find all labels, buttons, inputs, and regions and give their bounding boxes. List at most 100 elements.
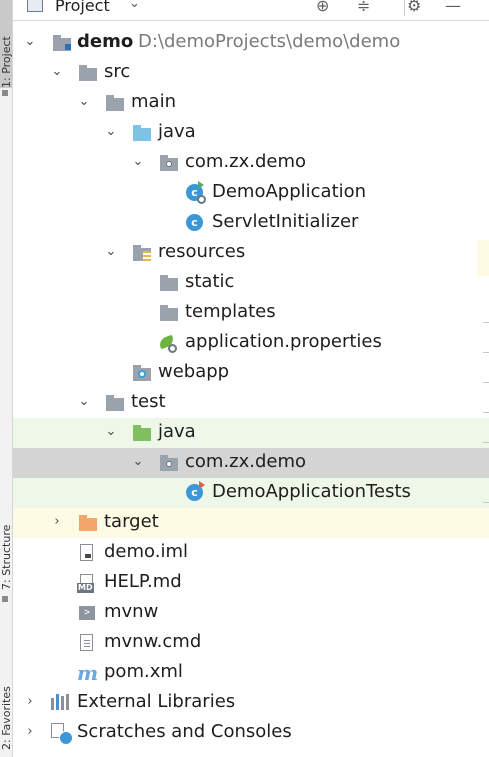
node-label: test [131, 391, 166, 412]
root-module-path: D:\demoProjects\demo\demo [138, 31, 401, 52]
tree-node-templates[interactable]: templates [13, 298, 489, 328]
class-icon: c [186, 214, 203, 231]
expand-arrow-icon[interactable]: ⌄ [104, 244, 118, 260]
collapsed-arrow-icon[interactable]: › [23, 724, 37, 740]
node-label: ServletInitializer [212, 211, 359, 232]
view-dropdown-icon[interactable]: ⌄ [129, 0, 140, 11]
tree-node-pom-xml[interactable]: m pom.xml [13, 658, 489, 688]
node-label: resources [158, 241, 246, 262]
node-label: application.properties [185, 331, 382, 352]
expand-arrow-icon[interactable]: ⌄ [104, 124, 118, 140]
expand-arrow-icon[interactable]: ⌄ [23, 34, 37, 50]
tree-node-test-java[interactable]: ⌄ java [13, 418, 489, 448]
favorites-tool-button[interactable]: 2: Favorites [0, 640, 12, 750]
expand-arrow-icon[interactable]: ⌄ [131, 154, 145, 170]
tree-node-target[interactable]: › target [13, 508, 489, 538]
expand-arrow-icon[interactable]: ⌄ [77, 394, 91, 410]
gutter-mark [483, 442, 489, 443]
node-label: DemoApplicationTests [212, 481, 411, 502]
module-file-icon [80, 544, 93, 561]
tool-window-strip: 1: Project 7: Structure 2: Favorites [0, 0, 13, 757]
run-badge-icon [198, 181, 204, 189]
folder-icon [79, 65, 97, 81]
tree-node-src[interactable]: ⌄ src [13, 58, 489, 88]
node-label: src [104, 61, 131, 82]
package-icon [160, 155, 178, 171]
excluded-folder-icon [79, 515, 97, 531]
node-label: target [104, 511, 159, 532]
collapsed-arrow-icon[interactable]: › [50, 514, 64, 530]
project-tool-button[interactable]: 1: Project [0, 0, 12, 88]
tree-node-external-libraries[interactable]: › External Libraries [13, 688, 489, 718]
node-label: Scratches and Consoles [77, 721, 292, 742]
gutter-mark [483, 382, 489, 383]
node-label: webapp [158, 361, 230, 382]
folder-icon [106, 95, 124, 111]
tree-node-resources[interactable]: ⌄ resources [13, 238, 489, 268]
node-label: HELP.md [104, 571, 182, 592]
console-clock-icon [59, 731, 73, 745]
node-label: pom.xml [104, 661, 183, 682]
tree-node-static[interactable]: static [13, 268, 489, 298]
text-file-icon [80, 634, 93, 651]
tree-node-main[interactable]: ⌄ main [13, 88, 489, 118]
expand-arrow-icon[interactable]: ⌄ [131, 454, 145, 470]
package-icon [160, 455, 178, 471]
markdown-tag: MD [77, 583, 94, 593]
tree-node-main-package[interactable]: ⌄ com.zx.demo [13, 148, 489, 178]
libraries-icon [51, 694, 71, 710]
tree-node-demo-iml[interactable]: demo.iml [13, 538, 489, 568]
project-view-icon [27, 0, 43, 12]
tree-node-main-java[interactable]: ⌄ java [13, 118, 489, 148]
node-label: mvnw.cmd [104, 631, 202, 652]
node-label: com.zx.demo [185, 451, 307, 472]
node-label: DemoApplication [212, 181, 367, 202]
node-label: External Libraries [77, 691, 236, 712]
folder-icon [160, 305, 178, 321]
gear-badge-icon [197, 195, 206, 204]
module-folder-icon [53, 35, 71, 51]
node-label: templates [185, 301, 276, 322]
tree-node-help-md[interactable]: MD HELP.md [13, 568, 489, 598]
tree-node-mvnw-cmd[interactable]: mvnw.cmd [13, 628, 489, 658]
structure-tool-icon [2, 596, 8, 602]
tree-node-servlet-initializer[interactable]: c ServletInitializer [13, 208, 489, 238]
tree-node-test-package[interactable]: ⌄ com.zx.demo [13, 448, 489, 478]
tree-node-webapp[interactable]: webapp [13, 358, 489, 388]
gutter-mark [483, 322, 489, 323]
test-folder-icon [133, 425, 151, 441]
tree-node-demo-application-tests[interactable]: c DemoApplicationTests [13, 478, 489, 508]
node-label: main [131, 91, 176, 112]
gutter-mark [483, 352, 489, 353]
maven-icon: m [77, 661, 99, 685]
tree-node-scratches[interactable]: › Scratches and Consoles [13, 718, 489, 748]
tree-node-demo-application[interactable]: c DemoApplication [13, 178, 489, 208]
node-label: static [185, 271, 235, 292]
expand-arrow-icon[interactable]: ⌄ [50, 64, 64, 80]
node-label: demo.iml [104, 541, 188, 562]
collapse-all-icon[interactable]: ≑ [357, 0, 370, 15]
shell-script-icon: > [79, 606, 95, 620]
tree-node-demo-root[interactable]: ⌄ demo D:\demoProjects\demo\demo [13, 28, 489, 58]
hide-icon[interactable]: — [445, 0, 461, 15]
structure-tool-button[interactable]: 7: Structure [0, 490, 12, 590]
gutter-mark [483, 502, 489, 503]
tree-node-mvnw[interactable]: > mvnw [13, 598, 489, 628]
settings-icon[interactable]: ⚙ [407, 0, 421, 15]
project-view-title[interactable]: Project [55, 0, 110, 15]
source-folder-icon [133, 125, 151, 141]
expand-arrow-icon[interactable]: ⌄ [104, 424, 118, 440]
project-panel-header: Project ⌄ ⊕ ≑ ⚙ — [13, 0, 489, 21]
test-run-badge-icon [199, 481, 205, 489]
node-label: mvnw [104, 601, 159, 622]
expand-arrow-icon[interactable]: ⌄ [77, 94, 91, 110]
folder-icon [160, 275, 178, 291]
resources-folder-icon [133, 245, 151, 261]
node-label: java [158, 421, 196, 442]
target-icon[interactable]: ⊕ [316, 0, 329, 15]
gutter-mark [483, 412, 489, 413]
project-tool-icon [2, 90, 8, 96]
collapsed-arrow-icon[interactable]: › [23, 694, 37, 710]
tree-node-test[interactable]: ⌄ test [13, 388, 489, 418]
tree-node-application-properties[interactable]: application.properties [13, 328, 489, 358]
